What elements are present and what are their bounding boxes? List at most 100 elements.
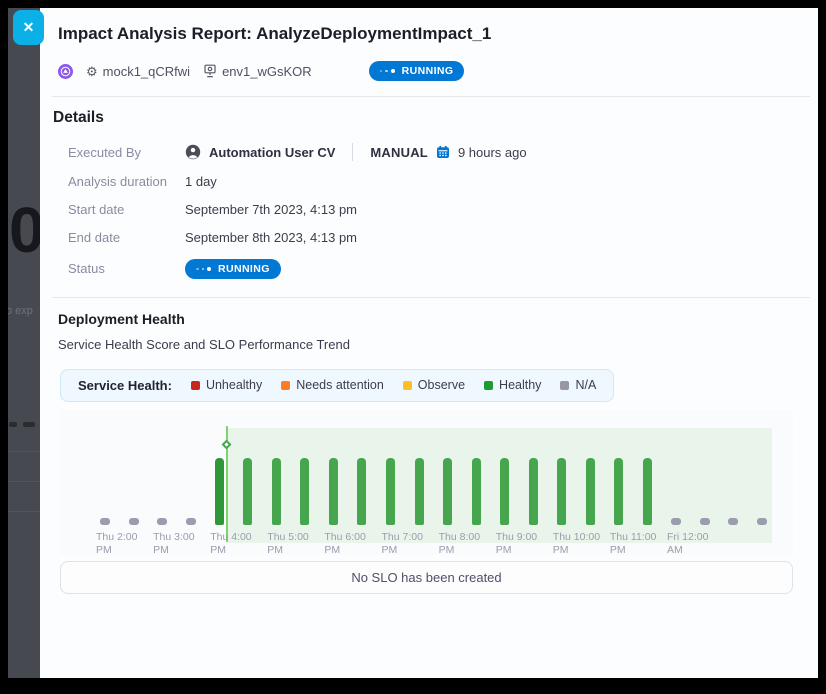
executed-by-user: Automation User CV [209, 145, 335, 160]
end-date-label: End date [68, 230, 185, 245]
start-date-value: September 7th 2023, 4:13 pm [185, 202, 794, 217]
environment-icon [203, 64, 217, 78]
health-bar[interactable] [700, 518, 710, 525]
x-axis-label: Thu 5:00PM [267, 531, 308, 555]
status-value: RUNNING [185, 258, 794, 279]
health-bar[interactable] [643, 458, 652, 525]
health-bar[interactable] [671, 518, 681, 525]
calendar-icon [436, 145, 450, 159]
health-bar[interactable] [300, 458, 309, 525]
executed-by-label: Executed By [68, 145, 185, 160]
legend-item: Observe [403, 378, 465, 392]
close-icon: ✕ [23, 19, 35, 36]
background-text-fragment: o exp [8, 305, 33, 317]
legend-swatch [403, 381, 412, 390]
legend-label: Healthy [499, 378, 541, 392]
health-bar[interactable] [386, 458, 395, 525]
x-axis-label: Thu 4:00PM [210, 531, 251, 555]
impact-analysis-drawer: ✕ Impact Analysis Report: AnalyzeDeploym… [40, 8, 818, 678]
running-dot [385, 70, 388, 73]
start-date-label: Start date [68, 202, 185, 217]
executed-time-ago: 9 hours ago [458, 145, 527, 160]
background-bar-fragment [9, 422, 17, 427]
background-row-line [8, 451, 40, 452]
user-avatar-icon [185, 144, 201, 160]
deployment-health-subtitle: Service Health Score and SLO Performance… [58, 337, 794, 352]
x-axis-label: Thu 2:00PM [96, 531, 137, 555]
end-date-value: September 8th 2023, 4:13 pm [185, 230, 794, 245]
health-bar[interactable] [186, 518, 196, 525]
environment-name: env1_wGsKOR [222, 64, 312, 79]
running-dot [380, 70, 383, 73]
health-bar[interactable] [415, 458, 424, 525]
health-bar[interactable] [100, 518, 110, 525]
status-badge-label: RUNNING [402, 65, 454, 77]
status-badge-label: RUNNING [218, 263, 270, 275]
health-bar[interactable] [329, 458, 338, 525]
no-slo-banner: No SLO has been created [60, 561, 793, 594]
srm-module-icon [58, 64, 73, 79]
x-axis-label: Thu 7:00PM [382, 531, 423, 555]
duration-value: 1 day [185, 174, 794, 189]
health-bar[interactable] [614, 458, 623, 525]
health-bar[interactable] [557, 458, 566, 525]
health-bar[interactable] [728, 518, 738, 525]
x-axis-label: Fri 12:00AM [667, 531, 708, 555]
drawer-title: Impact Analysis Report: AnalyzeDeploymen… [58, 24, 794, 44]
legend-swatch [191, 381, 200, 390]
no-slo-message: No SLO has been created [351, 570, 501, 585]
legend-swatch [560, 381, 569, 390]
x-axis-label: Thu 9:00PM [496, 531, 537, 555]
legend-item: Unhealthy [191, 378, 262, 392]
environment-entity[interactable]: env1_wGsKOR [203, 64, 312, 79]
legend-label: Observe [418, 378, 465, 392]
legend-label: N/A [575, 378, 596, 392]
x-axis-label: Thu 6:00PM [324, 531, 365, 555]
legend-swatch [484, 381, 493, 390]
vertical-divider [352, 143, 353, 161]
entity-badge-row: ⚙ mock1_qCRfwi env1_wGsKOR RUNNING [58, 61, 794, 81]
health-bar[interactable] [272, 458, 281, 525]
running-dot [196, 268, 199, 271]
health-bar[interactable] [129, 518, 139, 525]
health-bar[interactable] [529, 458, 538, 525]
health-bar[interactable] [215, 458, 224, 525]
duration-label: Analysis duration [68, 174, 185, 189]
app-screen: 0 o exp ✕ Impact Analysis Report: Analyz… [8, 8, 818, 678]
gear-icon: ⚙ [86, 65, 98, 78]
trigger-type: MANUAL [370, 145, 428, 160]
deployment-health-section: Deployment Health Service Health Score a… [40, 298, 818, 594]
status-badge: RUNNING [185, 259, 281, 279]
background-bar-fragment [23, 422, 35, 427]
health-bar[interactable] [243, 458, 252, 525]
legend-title: Service Health: [78, 378, 172, 393]
health-bar[interactable] [357, 458, 366, 525]
health-bar[interactable] [157, 518, 167, 525]
service-entity[interactable]: ⚙ mock1_qCRfwi [86, 64, 190, 79]
legend-item: Needs attention [281, 378, 384, 392]
service-name: mock1_qCRfwi [103, 64, 190, 79]
running-dot [202, 268, 205, 271]
health-bar[interactable] [443, 458, 452, 525]
health-bar[interactable] [472, 458, 481, 525]
running-dot [391, 69, 395, 73]
health-bar[interactable] [757, 518, 767, 525]
x-axis-label: Thu 3:00PM [153, 531, 194, 555]
background-row-line [8, 481, 40, 482]
health-bar[interactable] [500, 458, 509, 525]
details-section: Details Executed By Automation User CV M… [40, 97, 818, 282]
page-backdrop-overlay[interactable]: 0 o exp [8, 8, 40, 678]
close-button[interactable]: ✕ [13, 10, 44, 45]
drawer-header: Impact Analysis Report: AnalyzeDeploymen… [40, 8, 818, 81]
x-axis-label: Thu 11:00PM [610, 531, 657, 555]
health-bar[interactable] [586, 458, 595, 525]
status-badge: RUNNING [369, 61, 465, 81]
details-heading: Details [53, 109, 794, 127]
legend-item: Healthy [484, 378, 541, 392]
background-row-line [8, 511, 40, 512]
legend-items: Unhealthy Needs attention Observe Healthy N/… [191, 378, 596, 392]
deployment-health-chart: Thu 2:00PM Thu 3:00PM Thu 4:00PM Thu 5:00PM… [60, 410, 793, 555]
service-health-legend: Service Health: Unhealthy Needs attention… [60, 369, 614, 402]
legend-item: N/A [560, 378, 596, 392]
legend-swatch [281, 381, 290, 390]
